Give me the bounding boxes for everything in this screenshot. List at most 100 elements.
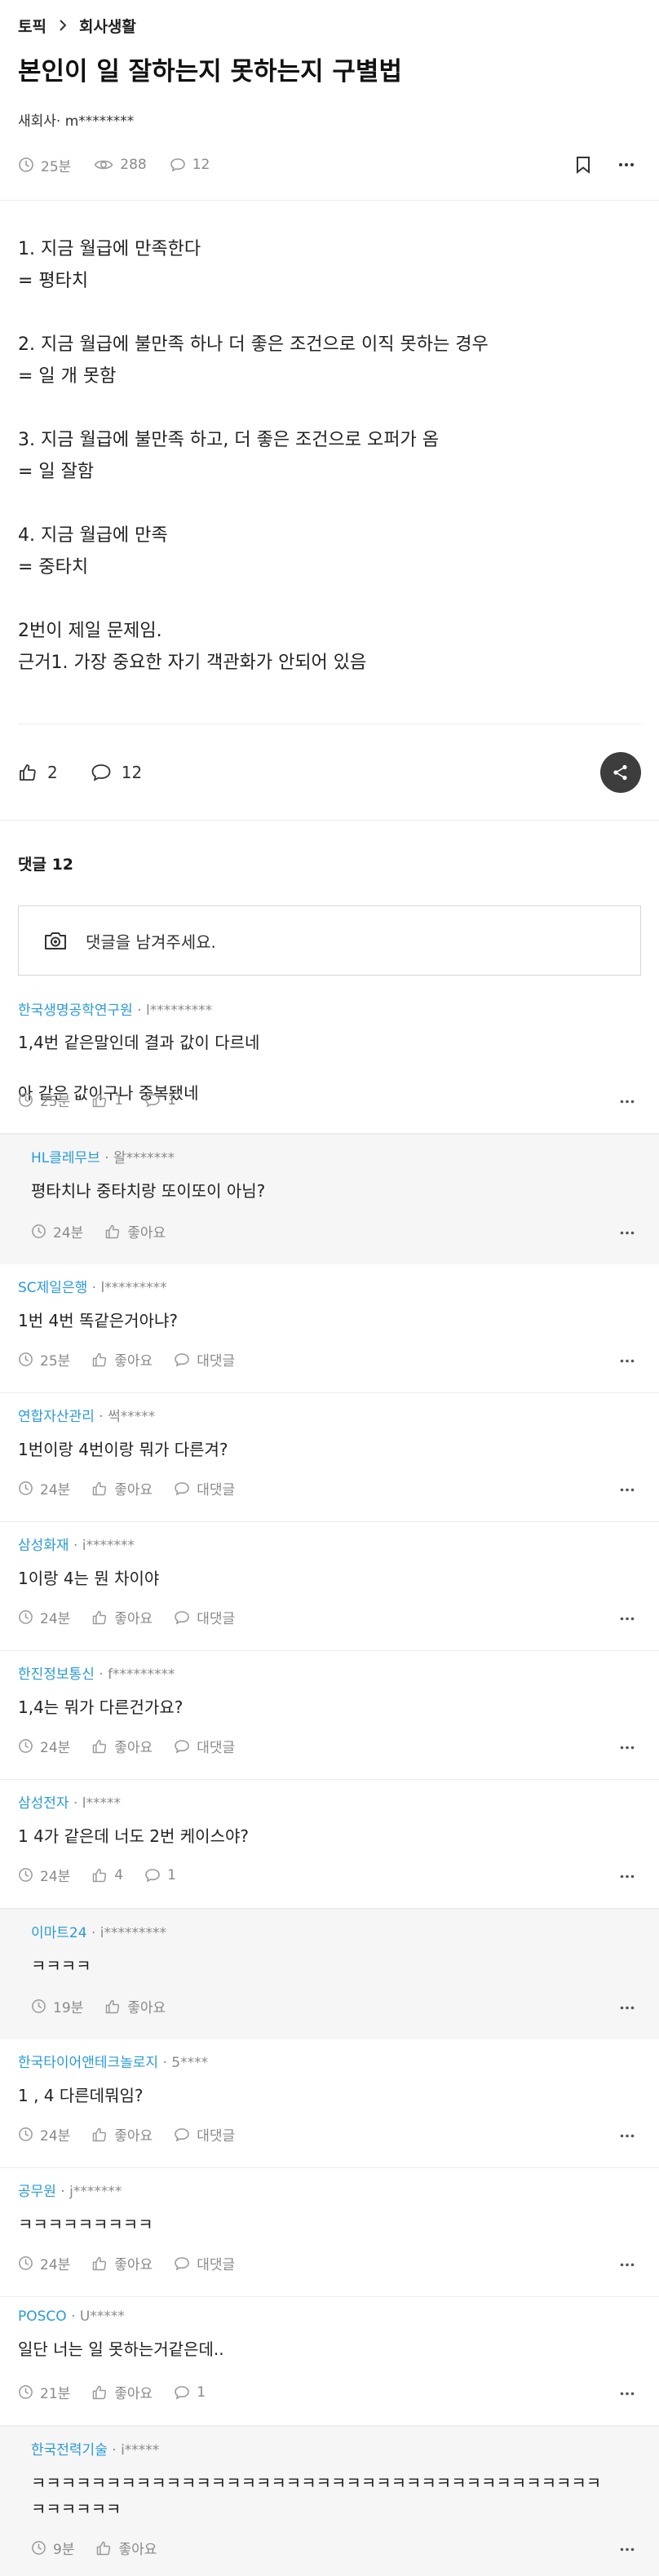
comment-reply-button[interactable]: 1 (144, 1867, 176, 1883)
comment-reply-button[interactable]: 1 (144, 1092, 176, 1109)
post-line: = 중타치 (18, 557, 89, 578)
author-separator: · (66, 2308, 80, 2326)
comment-button[interactable]: 12 (91, 763, 142, 782)
more-icon[interactable] (618, 162, 635, 167)
author-separator: · (107, 2442, 122, 2459)
comment-author[interactable]: 삼성화재 · i******* (18, 1534, 641, 1554)
thumbs-up-icon (91, 2127, 108, 2143)
comment-author[interactable]: 한국타이어앤테크놀로지 · 5**** (18, 2051, 641, 2071)
bookmark-icon[interactable] (576, 156, 590, 175)
comment-author[interactable]: 한진정보통신 · f********* (18, 1662, 641, 1683)
more-icon[interactable] (620, 1488, 635, 1492)
comment-line: 1,4는 뭐가 다른건가요? (18, 1697, 184, 1718)
comment-line: ㅋㅋㅋㅋㅋㅋㅋㅋㅋㅋㅋㅋㅋㅋㅋㅋㅋㅋㅋㅋㅋㅋㅋㅋㅋㅋㅋㅋㅋㅋㅋㅋㅋㅋㅋㅋㅋㅋ (31, 2473, 602, 2494)
comment-company: 이마트24 (31, 1925, 87, 1942)
more-icon[interactable] (620, 2134, 635, 2138)
comment-reply-button[interactable]: 1 (174, 2384, 206, 2401)
thumbs-up-icon (91, 1352, 108, 1368)
comment: SC제일은행 · l********* 1번 4번 똑같은거아냐? 25분 좋아요 대댓… (0, 1264, 659, 1394)
comment-meta: 25분 좋아요 대댓글 (18, 1349, 235, 1370)
comment-author[interactable]: 이마트24 · i********* (31, 1921, 641, 1941)
comment-like-button[interactable]: 좋아요 (91, 1736, 153, 1756)
thumbs-up-icon (91, 1092, 108, 1109)
comment-time: 25분 (18, 1090, 70, 1110)
thumbs-up-icon (104, 1224, 121, 1240)
reply-comment: 이마트24 · i********* ㅋㅋㅋㅋ 19분 좋아요 (0, 1909, 659, 2040)
comment-author[interactable]: HL클레무브 · 왈******* (31, 1146, 641, 1166)
comment-time: 25분 (18, 1349, 70, 1370)
comment: 한국타이어앤테크놀로지 · 5**** 1 , 4 다른데뭐임? 24분 좋아요 대댓글 (0, 2039, 659, 2169)
post-author[interactable]: 새회사· m******** (18, 109, 641, 130)
author-separator: · (94, 1409, 108, 1426)
comment-text: 평타치나 중타치랑 또이또이 아님? (31, 1178, 641, 1204)
comment-author[interactable]: 한국생명공학연구원 · l********* (18, 998, 641, 1019)
breadcrumb-topic[interactable]: 토픽 (18, 15, 46, 37)
comment-reply-button[interactable]: 대댓글 (174, 1478, 235, 1498)
comment-reply-button[interactable]: 대댓글 (174, 1607, 235, 1627)
comment-meta: 24분 4 1 (18, 1865, 176, 1885)
comment-reply-button[interactable]: 대댓글 (174, 1736, 235, 1756)
eye-icon (94, 157, 113, 172)
comment-like-button[interactable]: 좋아요 (91, 2124, 153, 2144)
comment-text: ㅋㅋㅋㅋ (31, 1953, 641, 1979)
comment-company: 한국생명공학연구원 (18, 1003, 133, 1020)
thumbs-up-icon (104, 1998, 121, 2015)
comment-like-button[interactable]: 좋아요 (91, 2253, 153, 2273)
more-icon[interactable] (620, 2263, 635, 2267)
author-separator: · (132, 1003, 146, 1020)
post-paragraph: 4. 지금 월급에 만족 = 중타치 (18, 520, 641, 583)
comment-reply-button[interactable]: 대댓글 (174, 2124, 235, 2144)
reply-comment: HL클레무브 · 왈******* 평타치나 중타치랑 또이또이 아님? 24분 좋아… (0, 1134, 659, 1265)
comment-like-button[interactable]: 좋아요 (91, 1607, 153, 1627)
comment-author[interactable]: 공무원 · j******* (18, 2180, 641, 2200)
page: 토픽 회사생활 본인이 일 잘하는지 못하는지 구별법 새회사· m******… (0, 0, 659, 2576)
comment-line: 1 4가 같은데 너도 2번 케이스야? (18, 1826, 249, 1847)
more-icon[interactable] (620, 2006, 635, 2010)
camera-icon[interactable] (43, 930, 68, 951)
comment-author[interactable]: 삼성전자 · l***** (18, 1791, 641, 1812)
more-icon[interactable] (620, 1231, 635, 1235)
comment-input[interactable]: 댓글을 남겨주세요. (18, 905, 641, 976)
comment-company: 삼성화재 (18, 1538, 69, 1555)
comment-time: 24분 (18, 1736, 70, 1756)
comment-line: 1,4번 같은말인데 결과 값이 다르네 (18, 1033, 260, 1053)
comment-user: 썩***** (108, 1409, 156, 1426)
comment-reply-button[interactable]: 대댓글 (174, 2253, 235, 2273)
more-icon[interactable] (620, 2392, 635, 2396)
comment-author[interactable]: POSCO · U***** (18, 2308, 641, 2325)
share-button[interactable] (600, 751, 641, 793)
comment-icon (174, 1609, 190, 1626)
comment-like-button[interactable]: 4 (91, 1867, 123, 1883)
comment-line: ㅋㅋㅋㅋ (31, 1956, 91, 1976)
comment-time: 24분 (18, 1478, 70, 1498)
comment-author[interactable]: 한국전력기술 · i***** (31, 2438, 641, 2459)
comment-line: ㅋㅋㅋㅋㅋㅋ (31, 2499, 122, 2520)
comment-user: j******* (69, 2184, 122, 2201)
comment-like-button[interactable]: 좋아요 (104, 1996, 166, 2016)
comment-line: 1 , 4 다른데뭐임? (18, 2086, 144, 2106)
comment-icon (174, 1738, 190, 1755)
more-icon[interactable] (620, 2547, 635, 2552)
comment-user: l********* (145, 1003, 213, 1020)
more-icon[interactable] (620, 1874, 635, 1879)
comment-company: HL클레무브 (31, 1150, 100, 1167)
like-button[interactable]: 2 (18, 763, 58, 782)
comment-like-button[interactable]: 좋아요 (91, 2382, 153, 2402)
comment-like-button[interactable]: 좋아요 (104, 1221, 166, 1242)
post-line: 1. 지금 월급에 만족한다 (18, 239, 201, 260)
comment-author[interactable]: 연합자산관리 · 썩***** (18, 1405, 641, 1425)
more-icon[interactable] (620, 1746, 635, 1750)
comment-author[interactable]: SC제일은행 · l********* (18, 1276, 641, 1296)
thumbs-up-icon (91, 1738, 108, 1755)
comment-company: 삼성전자 (18, 1795, 69, 1812)
breadcrumb-board[interactable]: 회사생활 (79, 15, 136, 37)
comment-like-button[interactable]: 좋아요 (91, 1349, 153, 1370)
comment-reply-button[interactable]: 대댓글 (174, 1349, 235, 1370)
comment-icon (144, 1867, 161, 1883)
more-icon[interactable] (620, 1359, 635, 1363)
more-icon[interactable] (620, 1617, 635, 1621)
comment-like-button[interactable]: 1 (91, 1092, 123, 1109)
comment-like-button[interactable]: 좋아요 (91, 1478, 153, 1498)
comment-like-button[interactable]: 좋아요 (95, 2538, 157, 2558)
more-icon[interactable] (620, 1100, 635, 1104)
